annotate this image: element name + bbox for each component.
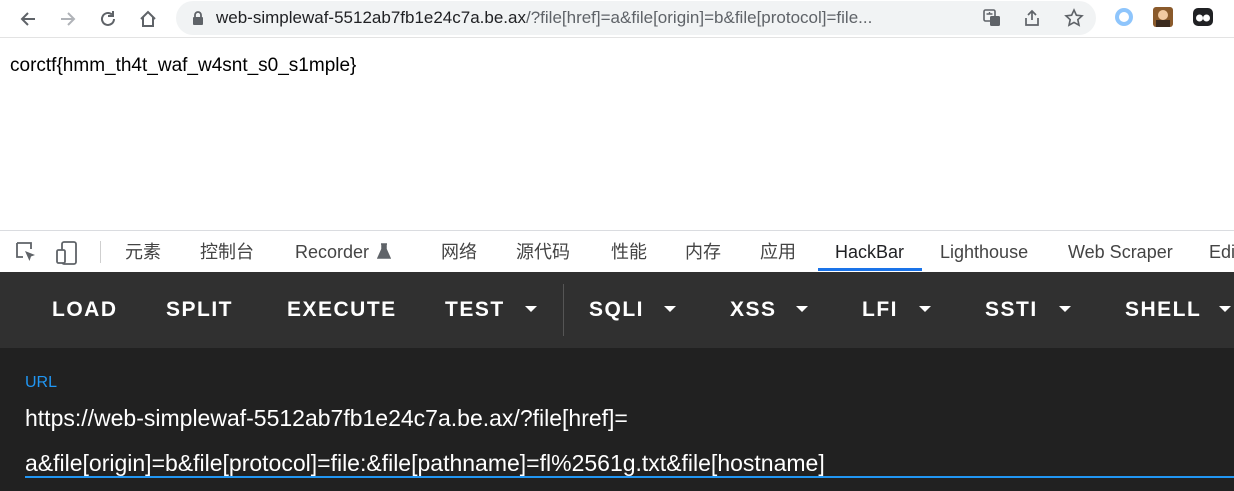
inspect-element-icon[interactable] — [14, 240, 40, 266]
translate-icon[interactable] — [982, 8, 1002, 28]
test-chevron-down-icon[interactable] — [525, 306, 537, 312]
tab-memory[interactable]: 内存 — [685, 241, 721, 263]
sqli-menu-button[interactable]: SQLI — [589, 297, 644, 323]
ssti-menu-button[interactable]: SSTI — [985, 297, 1038, 323]
tab-editor[interactable]: Edi — [1209, 241, 1234, 263]
tab-hackbar[interactable]: HackBar — [835, 241, 904, 263]
devtools-separator — [100, 241, 101, 263]
address-bar[interactable]: web-simplewaf-5512ab7fb1e24c7a.be.ax/?fi… — [176, 1, 1096, 35]
device-toolbar-icon[interactable] — [55, 240, 81, 266]
forward-icon[interactable] — [54, 5, 82, 33]
active-tab-indicator — [818, 268, 922, 271]
flask-icon — [377, 243, 391, 259]
devtools-tabbar: 元素 控制台 Recorder 网络 源代码 性能 内存 应用 HackBar … — [0, 230, 1234, 272]
hackbar-toolbar: LOAD SPLIT EXECUTE TEST SQLI XSS LFI SST… — [0, 272, 1234, 348]
shell-chevron-down-icon[interactable] — [1219, 306, 1231, 312]
split-button[interactable]: SPLIT — [166, 297, 233, 323]
ssti-chevron-down-icon[interactable] — [1059, 306, 1071, 312]
lfi-menu-button[interactable]: LFI — [862, 297, 898, 323]
lfi-chevron-down-icon[interactable] — [919, 306, 931, 312]
hackbar-separator — [563, 284, 564, 336]
tab-performance[interactable]: 性能 — [611, 241, 647, 263]
xss-menu-button[interactable]: XSS — [730, 297, 777, 323]
avatar-icon[interactable] — [1152, 6, 1174, 28]
xss-chevron-down-icon[interactable] — [796, 306, 808, 312]
extension-eyes-icon[interactable] — [1192, 6, 1214, 28]
lock-icon[interactable] — [190, 10, 206, 26]
extension-circle-icon[interactable] — [1113, 6, 1135, 28]
tab-application[interactable]: 应用 — [760, 241, 796, 263]
tab-sources[interactable]: 源代码 — [516, 241, 570, 263]
browser-toolbar: web-simplewaf-5512ab7fb1e24c7a.be.ax/?fi… — [0, 0, 1234, 38]
url-path: /?file[href]=a&file[origin]=b&file[proto… — [525, 8, 873, 27]
url-host: web-simplewaf-5512ab7fb1e24c7a.be.ax — [216, 8, 526, 27]
tab-console[interactable]: 控制台 — [200, 241, 254, 263]
execute-button[interactable]: EXECUTE — [287, 297, 397, 323]
star-icon[interactable] — [1064, 8, 1084, 28]
url-field-label: URL — [25, 374, 58, 391]
shell-menu-button[interactable]: SHELL — [1125, 297, 1201, 323]
reload-icon[interactable] — [94, 5, 122, 33]
share-icon[interactable] — [1022, 8, 1042, 28]
home-icon[interactable] — [134, 5, 162, 33]
back-icon[interactable] — [14, 5, 42, 33]
page-body-text: corctf{hmm_th4t_waf_w4snt_s0_s1mple} — [10, 55, 357, 76]
tab-web-scraper[interactable]: Web Scraper — [1068, 241, 1173, 263]
tab-lighthouse[interactable]: Lighthouse — [940, 241, 1028, 263]
tab-recorder-label: Recorder — [295, 242, 370, 262]
url-field-underline — [25, 476, 1234, 478]
tab-elements[interactable]: 元素 — [125, 241, 161, 263]
url-textarea[interactable]: https://web-simplewaf-5512ab7fb1e24c7a.b… — [25, 396, 1234, 486]
hackbar-panel: URL https://web-simplewaf-5512ab7fb1e24c… — [0, 348, 1234, 491]
tab-recorder[interactable]: Recorder — [295, 241, 391, 263]
address-bar-url[interactable]: web-simplewaf-5512ab7fb1e24c7a.be.ax/?fi… — [216, 8, 976, 28]
tab-network[interactable]: 网络 — [441, 241, 477, 263]
sqli-chevron-down-icon[interactable] — [664, 306, 676, 312]
test-menu-button[interactable]: TEST — [445, 297, 505, 323]
load-button[interactable]: LOAD — [52, 297, 118, 323]
